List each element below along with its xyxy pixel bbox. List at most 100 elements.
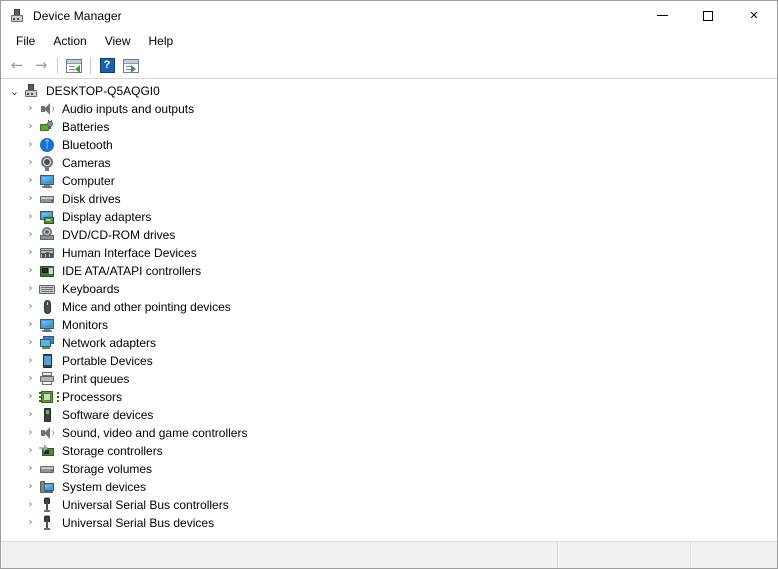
- tree-item-label: Universal Serial Bus devices: [62, 515, 214, 531]
- chevron-right-icon[interactable]: ›: [22, 410, 39, 420]
- tree-item-software-devices[interactable]: › Software devices: [1, 406, 777, 424]
- tree-item-batteries[interactable]: › Batteries: [1, 118, 777, 136]
- tree-item-portable-devices[interactable]: › Portable Devices: [1, 352, 777, 370]
- back-arrow-icon: ←: [11, 58, 24, 73]
- tree-item-storage-volumes[interactable]: › Storage volumes: [1, 460, 777, 478]
- tree-item-human-interface-devices[interactable]: › Human Interface Devices: [1, 244, 777, 262]
- tree-item-label: Keyboards: [62, 281, 119, 297]
- hid-icon: [39, 245, 55, 261]
- tree-item-disk-drives[interactable]: › Disk drives: [1, 190, 777, 208]
- tree-item-label: Human Interface Devices: [62, 245, 197, 261]
- status-pane-tertiary: [691, 542, 777, 568]
- menu-file[interactable]: File: [7, 31, 44, 52]
- portable-device-icon: [39, 353, 55, 369]
- chevron-right-icon[interactable]: ›: [22, 248, 39, 258]
- menu-view[interactable]: View: [96, 31, 140, 52]
- tree-item-audio-inputs-and-outputs[interactable]: › Audio inputs and outputs: [1, 100, 777, 118]
- toolbar: ← → ?: [1, 53, 777, 79]
- chevron-right-icon[interactable]: ›: [22, 194, 39, 204]
- tree-item-processors[interactable]: › Processors: [1, 388, 777, 406]
- software-device-icon: [39, 407, 55, 423]
- tree-item-network-adapters[interactable]: › Network adapters: [1, 334, 777, 352]
- ide-controller-icon: [39, 263, 55, 279]
- tree-item-storage-controllers[interactable]: › Storage controllers: [1, 442, 777, 460]
- minimize-button[interactable]: [639, 1, 685, 30]
- tree-item-label: Sound, video and game controllers: [62, 425, 247, 441]
- tree-item-label: Storage volumes: [62, 461, 152, 477]
- chevron-right-icon[interactable]: ›: [22, 464, 39, 474]
- tree-item-cameras[interactable]: › Cameras: [1, 154, 777, 172]
- chevron-right-icon[interactable]: ›: [22, 212, 39, 222]
- tree-item-bluetooth[interactable]: › ᛏ Bluetooth: [1, 136, 777, 154]
- chevron-right-icon[interactable]: ›: [22, 446, 39, 456]
- properties-window-icon: [66, 59, 82, 73]
- status-bar: [1, 541, 777, 568]
- chevron-right-icon[interactable]: ›: [22, 338, 39, 348]
- chevron-right-icon[interactable]: ›: [22, 176, 39, 186]
- chevron-right-icon[interactable]: ›: [22, 122, 39, 132]
- chevron-right-icon[interactable]: ›: [22, 482, 39, 492]
- keyboard-icon: [39, 281, 55, 297]
- tree-item-print-queues[interactable]: › Print queues: [1, 370, 777, 388]
- chevron-down-icon[interactable]: ⌄: [6, 86, 23, 97]
- tree-item-label: Universal Serial Bus controllers: [62, 497, 229, 513]
- window-controls: ✕: [639, 1, 777, 30]
- forward-button[interactable]: →: [29, 55, 53, 77]
- chevron-right-icon[interactable]: ›: [22, 518, 39, 528]
- device-manager-window: Device Manager ✕ File Action View Help ←…: [0, 0, 778, 569]
- network-adapter-icon: [39, 335, 55, 351]
- tree-item-label: Bluetooth: [62, 137, 113, 153]
- tree-item-dvd-cd-rom-drives[interactable]: › DVD/CD-ROM drives: [1, 226, 777, 244]
- tree-item-ide-ata-atapi-controllers[interactable]: › IDE ATA/ATAPI controllers: [1, 262, 777, 280]
- tree-item-label: Print queues: [62, 371, 129, 387]
- back-button[interactable]: ←: [5, 55, 29, 77]
- tree-item-label: Mice and other pointing devices: [62, 299, 231, 315]
- status-pane-main: [1, 542, 558, 568]
- storage-controller-icon: [39, 443, 55, 459]
- tree-item-keyboards[interactable]: › Keyboards: [1, 280, 777, 298]
- processor-icon: [39, 389, 55, 405]
- chevron-right-icon[interactable]: ›: [22, 428, 39, 438]
- disk-drive-icon: [39, 461, 55, 477]
- minimize-icon: [657, 15, 668, 16]
- tree-item-universal-serial-bus-controllers[interactable]: › Universal Serial Bus controllers: [1, 496, 777, 514]
- usb-icon: [39, 515, 55, 531]
- status-pane-secondary: [558, 542, 691, 568]
- tree-item-display-adapters[interactable]: › Display adapters: [1, 208, 777, 226]
- chevron-right-icon[interactable]: ›: [22, 374, 39, 384]
- bluetooth-icon: ᛏ: [39, 137, 55, 153]
- chevron-right-icon[interactable]: ›: [22, 104, 39, 114]
- chevron-right-icon[interactable]: ›: [22, 356, 39, 366]
- chevron-right-icon[interactable]: ›: [22, 140, 39, 150]
- tree-item-mice-and-other-pointing-devices[interactable]: › Mice and other pointing devices: [1, 298, 777, 316]
- device-tree-pane[interactable]: ⌄ DESKTOP-Q5AQGI0 › Audio inputs and out…: [1, 79, 777, 541]
- tree-item-label: IDE ATA/ATAPI controllers: [62, 263, 201, 279]
- tree-item-computer[interactable]: › Computer: [1, 172, 777, 190]
- system-device-icon: [39, 479, 55, 495]
- tree-item-sound-video-and-game-controllers[interactable]: › Sound, video and game controllers: [1, 424, 777, 442]
- help-button[interactable]: ?: [95, 55, 119, 77]
- menu-action[interactable]: Action: [44, 31, 95, 52]
- speaker-icon: [39, 425, 55, 441]
- chevron-right-icon[interactable]: ›: [22, 284, 39, 294]
- menu-help[interactable]: Help: [140, 31, 183, 52]
- chevron-right-icon[interactable]: ›: [22, 302, 39, 312]
- chevron-right-icon[interactable]: ›: [22, 320, 39, 330]
- chevron-right-icon[interactable]: ›: [22, 230, 39, 240]
- tree-item-label: Cameras: [62, 155, 111, 171]
- chevron-right-icon[interactable]: ›: [22, 500, 39, 510]
- maximize-button[interactable]: [685, 1, 731, 30]
- scan-hardware-changes-button[interactable]: [119, 55, 143, 77]
- chevron-right-icon[interactable]: ›: [22, 158, 39, 168]
- tree-item-monitors[interactable]: › Monitors: [1, 316, 777, 334]
- properties-button[interactable]: [62, 55, 86, 77]
- tree-root-node[interactable]: ⌄ DESKTOP-Q5AQGI0: [1, 82, 777, 100]
- toolbar-separator-1: [57, 58, 58, 74]
- monitor-icon: [39, 173, 55, 189]
- tree-item-system-devices[interactable]: › System devices: [1, 478, 777, 496]
- tree-item-label: Disk drives: [62, 191, 121, 207]
- close-button[interactable]: ✕: [731, 1, 777, 30]
- chevron-right-icon[interactable]: ›: [22, 266, 39, 276]
- tree-item-universal-serial-bus-devices[interactable]: › Universal Serial Bus devices: [1, 514, 777, 532]
- chevron-right-icon[interactable]: ›: [22, 392, 39, 402]
